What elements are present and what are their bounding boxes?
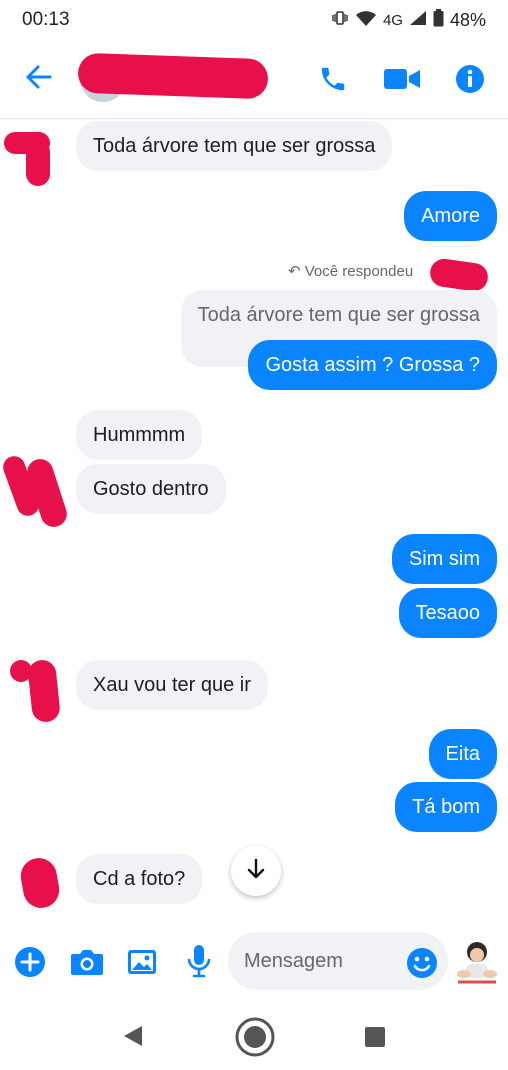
nav-home-icon[interactable] <box>234 1016 276 1063</box>
reply-name-redaction <box>428 257 490 293</box>
scroll-to-bottom-button[interactable] <box>231 846 281 896</box>
emoji-icon[interactable] <box>406 947 438 984</box>
outgoing-message[interactable]: Sim sim <box>391 534 497 584</box>
incoming-message[interactable]: Xau vou ter que ir <box>76 660 268 710</box>
back-arrow-icon[interactable] <box>24 62 54 97</box>
incoming-message[interactable]: Gosto dentro <box>76 464 226 514</box>
reply-indicator-text: Você respondeu <box>304 263 414 280</box>
outgoing-message[interactable]: Tesaoo <box>398 588 497 638</box>
outgoing-message[interactable]: Amore <box>404 191 497 241</box>
incoming-message[interactable]: Toda árvore tem que ser grossa <box>76 121 393 171</box>
status-time: 00:13 <box>22 9 70 30</box>
status-indicators: 4G 48% <box>331 9 486 32</box>
sticker-icon[interactable] <box>454 938 500 991</box>
outgoing-message[interactable]: Eita <box>428 729 497 779</box>
nav-back-icon[interactable] <box>122 1024 144 1053</box>
phone-icon[interactable] <box>318 64 348 99</box>
system-navigation-bar <box>0 1000 508 1070</box>
outgoing-message[interactable]: Gosta assim ? Grossa ? <box>248 340 497 390</box>
signal-icon <box>409 10 427 31</box>
plus-icon[interactable] <box>14 946 46 983</box>
camera-icon[interactable] <box>70 948 104 981</box>
arrow-down-icon <box>246 858 266 885</box>
info-icon[interactable] <box>455 64 485 99</box>
nav-recents-icon[interactable] <box>364 1026 386 1053</box>
battery-level: 48% <box>449 10 486 30</box>
network-type: 4G <box>382 12 403 29</box>
outgoing-message[interactable]: Tá bom <box>395 782 497 832</box>
incoming-message[interactable]: Hummmm <box>76 410 203 460</box>
microphone-icon[interactable] <box>186 944 212 983</box>
gallery-icon[interactable] <box>126 946 158 983</box>
video-call-icon[interactable] <box>384 67 420 96</box>
sender-avatar-redaction <box>26 658 62 724</box>
reply-indicator: ↶ Você respondeu <box>288 262 413 280</box>
message-composer <box>0 930 508 994</box>
status-bar: 00:13 4G 48% <box>0 0 508 40</box>
wifi-icon <box>355 10 377 31</box>
sender-avatar-redaction <box>17 855 63 911</box>
contact-name-redaction <box>77 52 269 100</box>
vibrate-icon <box>331 10 349 31</box>
battery-icon <box>433 9 444 32</box>
conversation-header <box>0 42 508 119</box>
sender-avatar-redaction <box>26 140 50 186</box>
reply-arrow-icon: ↶ <box>288 263 301 280</box>
incoming-message[interactable]: Cd a foto? <box>76 854 203 904</box>
